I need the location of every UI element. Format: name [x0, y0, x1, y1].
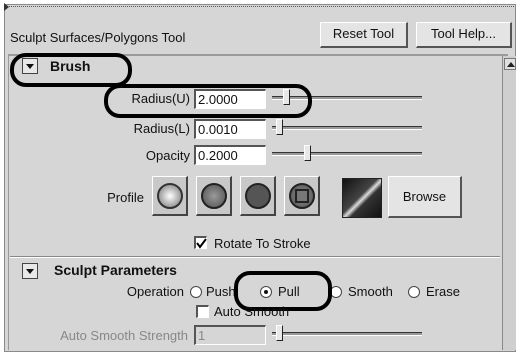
panel-drag-handle[interactable]: [4, 3, 514, 14]
radius-highlight-outline: [104, 84, 312, 118]
gaussian-profile-icon: [157, 183, 183, 209]
profile-solid-button[interactable]: [240, 176, 276, 216]
solid-profile-icon: [245, 183, 271, 209]
auto-smooth-label: Auto Smooth: [214, 304, 290, 319]
brush-highlight-outline: [10, 53, 132, 87]
expand-arrow-icon[interactable]: [4, 3, 9, 11]
sculpt-collapse-icon[interactable]: [22, 263, 38, 279]
profile-label: Profile: [107, 190, 144, 205]
radius-l-slider[interactable]: [272, 126, 422, 130]
opacity-field[interactable]: 0.2000: [194, 145, 266, 165]
radius-l-label: Radius(L): [133, 121, 190, 136]
auto-smooth-strength-field[interactable]: 1: [194, 325, 266, 345]
scroll-up-icon[interactable]: [504, 58, 516, 70]
smooth-label: Smooth: [348, 284, 393, 299]
section-divider: [10, 256, 500, 258]
opacity-slider-thumb[interactable]: [304, 145, 311, 161]
sculpt-section-title: Sculpt Parameters: [54, 262, 177, 278]
profile-gaussian-button[interactable]: [152, 176, 188, 216]
push-label: Push: [206, 284, 236, 299]
profile-square-button[interactable]: [284, 176, 320, 216]
soft-profile-icon: [201, 183, 227, 209]
auto-smooth-strength-slider[interactable]: [272, 332, 422, 336]
brush-image-icon: [342, 178, 382, 218]
erase-label: Erase: [426, 284, 460, 299]
checkmark-icon: [196, 238, 207, 249]
browse-button[interactable]: Browse: [388, 176, 462, 218]
auto-smooth-strength-slider-thumb[interactable]: [276, 325, 283, 341]
opacity-label: Opacity: [145, 148, 190, 163]
radius-l-slider-thumb[interactable]: [276, 119, 283, 135]
push-radio[interactable]: [190, 286, 202, 298]
auto-smooth-checkbox[interactable]: [196, 305, 209, 318]
profile-soft-button[interactable]: [196, 176, 232, 216]
auto-smooth-strength-label: Auto Smooth Strength: [60, 328, 188, 343]
vertical-scrollbar[interactable]: [502, 56, 516, 350]
erase-radio[interactable]: [408, 286, 420, 298]
operation-label: Operation: [126, 284, 184, 299]
rotate-to-stroke-checkbox[interactable]: [194, 236, 207, 249]
rotate-to-stroke-label: Rotate To Stroke: [214, 236, 311, 251]
square-profile-icon: [295, 189, 309, 203]
tool-title: Sculpt Surfaces/Polygons Tool: [10, 30, 186, 45]
opacity-slider[interactable]: [272, 152, 422, 156]
tool-help-button[interactable]: Tool Help...: [416, 22, 512, 48]
reset-tool-button[interactable]: Reset Tool: [320, 22, 408, 48]
radius-l-field[interactable]: 0.0010: [194, 119, 266, 139]
